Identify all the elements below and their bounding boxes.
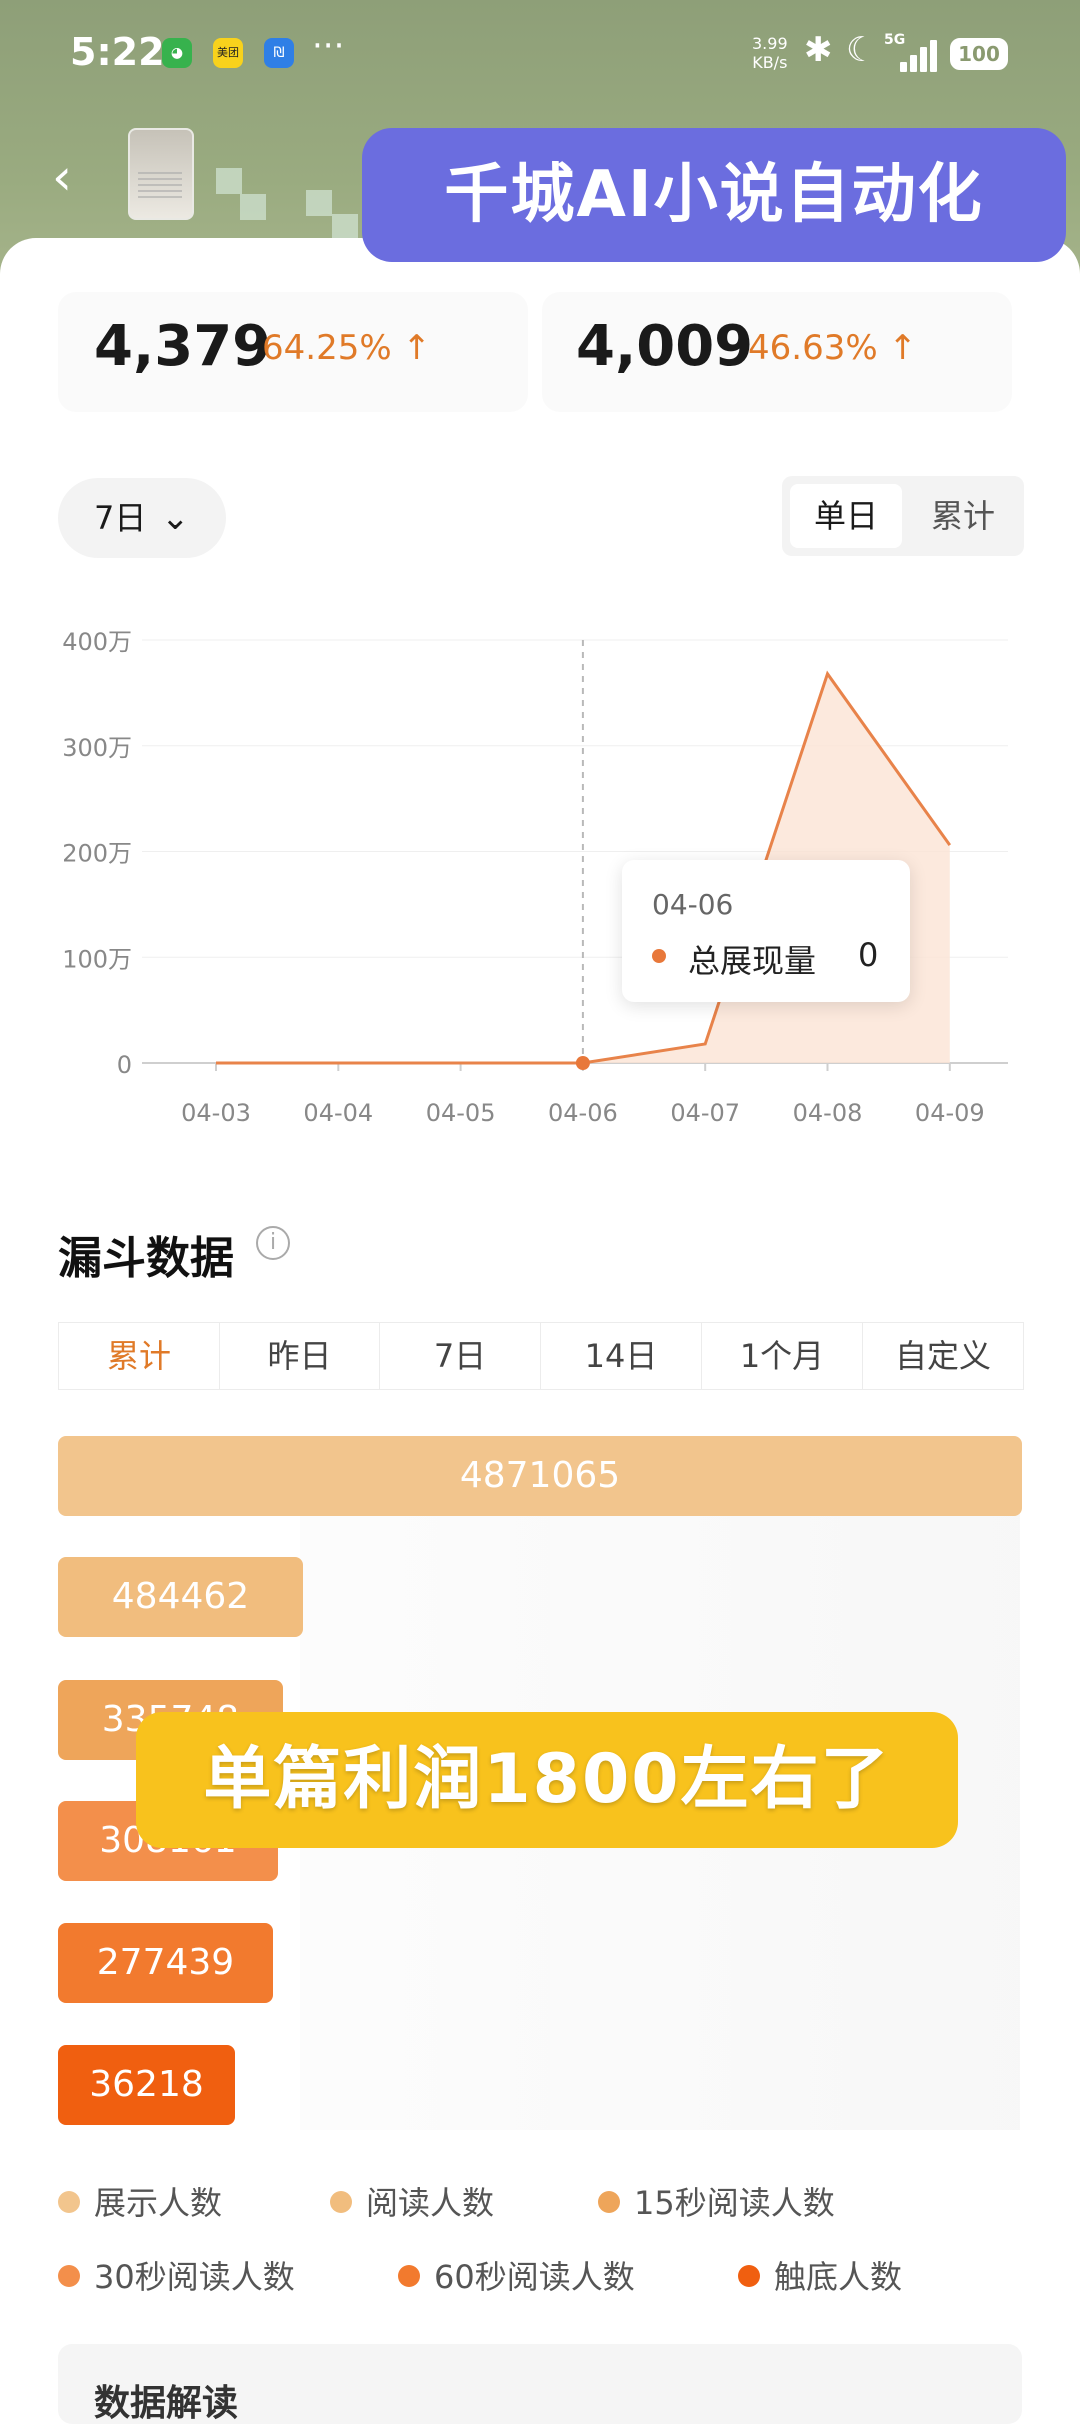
- arrow-up-icon: ↑: [877, 328, 917, 368]
- more-notifications-icon: ···: [312, 26, 345, 66]
- tab-1month[interactable]: 1个月: [702, 1323, 863, 1389]
- blurred-title: [306, 190, 332, 216]
- blurred-title: [216, 168, 242, 194]
- range-dropdown[interactable]: 7日 ⌄: [58, 478, 226, 558]
- funnel-tabs: 累计 昨日 7日 14日 1个月 自定义: [58, 1322, 1024, 1390]
- legend-dot: [398, 2265, 420, 2287]
- stat-change-value: 46.63%: [748, 328, 878, 368]
- blurred-title: [332, 214, 358, 240]
- moon-icon: ☾: [846, 30, 877, 70]
- y-tick-label: 200万: [62, 840, 132, 868]
- toggle-cumulative[interactable]: 累计: [910, 484, 1016, 548]
- tab-7days[interactable]: 7日: [380, 1323, 541, 1389]
- x-tick-label: 04-03: [181, 1099, 251, 1127]
- net-speed: 3.99 KB/s: [752, 34, 788, 72]
- battery-icon: 100: [950, 38, 1008, 70]
- chevron-down-icon: ⌄: [161, 498, 190, 538]
- tab-yesterday[interactable]: 昨日: [220, 1323, 380, 1389]
- stat-change-value: 64.25%: [262, 328, 392, 368]
- tooltip-date: 04-06: [652, 888, 734, 921]
- y-tick-label: 0: [117, 1051, 132, 1079]
- funnel-bar: 4871065: [58, 1436, 1022, 1516]
- legend-label: 阅读人数: [366, 2184, 495, 2222]
- legend-label: 展示人数: [94, 2184, 223, 2222]
- y-tick-label: 100万: [62, 945, 132, 973]
- net-speed-unit: KB/s: [752, 53, 788, 72]
- nfc-icon: ₪: [264, 38, 294, 68]
- legend-dot: [598, 2191, 620, 2213]
- legend-dot: [330, 2191, 352, 2213]
- funnel-bar: 277439: [58, 1923, 273, 2003]
- wechat-icon: ◕: [162, 38, 192, 68]
- x-tick-label: 04-06: [548, 1099, 618, 1127]
- tab-custom[interactable]: 自定义: [863, 1323, 1023, 1389]
- stat-value: 4,379: [94, 314, 272, 379]
- chart-tooltip: 04-06 总展现量 0: [622, 860, 910, 1002]
- status-time: 5:22: [70, 30, 165, 74]
- legend-dot: [58, 2191, 80, 2213]
- tooltip-value: 0: [858, 936, 879, 974]
- blurred-title: [240, 194, 266, 220]
- x-tick-label: 04-05: [426, 1099, 496, 1127]
- stat-change: 46.63% ↑: [748, 328, 917, 368]
- back-arrow-icon[interactable]: ‹: [52, 148, 72, 206]
- tooltip-series-dot: [652, 949, 666, 963]
- toggle-single-day[interactable]: 单日: [790, 484, 902, 548]
- tab-cumulative[interactable]: 累计: [59, 1323, 220, 1389]
- data-interpretation-title: 数据解读: [94, 2383, 239, 2424]
- data-point: [575, 1056, 590, 1070]
- legend-label: 30秒阅读人数: [94, 2258, 295, 2296]
- legend-label: 15秒阅读人数: [634, 2184, 835, 2222]
- info-icon[interactable]: i: [256, 1226, 290, 1260]
- funnel-bar: 36218: [58, 2045, 235, 2125]
- impressions-chart: 0100万200万300万400万04-03 04-04 04-05 04-06 04-…: [62, 628, 1008, 1127]
- funnel-title: 漏斗数据: [58, 1233, 234, 1284]
- tooltip-label: 总展现量: [688, 942, 817, 980]
- x-tick-label: 04-07: [670, 1099, 740, 1127]
- stat-card: 4,379 64.25% ↑: [58, 292, 528, 412]
- tab-14days[interactable]: 14日: [541, 1323, 702, 1389]
- signal-icon: [900, 38, 940, 72]
- y-tick-label: 400万: [62, 628, 132, 656]
- legend-label: 60秒阅读人数: [434, 2258, 635, 2296]
- net-speed-value: 3.99: [752, 34, 788, 53]
- overlay-sticker: 单篇利润1800左右了: [136, 1712, 958, 1848]
- article-thumbnail[interactable]: [128, 128, 194, 220]
- meituan-icon: 美团: [213, 38, 243, 68]
- legend-dot: [738, 2265, 760, 2287]
- y-tick-label: 300万: [62, 734, 132, 762]
- x-tick-label: 04-08: [793, 1099, 863, 1127]
- bluetooth-icon: ✱: [804, 30, 833, 70]
- x-tick-label: 04-09: [915, 1099, 985, 1127]
- data-interpretation-box: 数据解读: [58, 2344, 1022, 2424]
- stat-change: 64.25% ↑: [262, 328, 431, 368]
- range-dropdown-label: 7日: [94, 499, 147, 537]
- stat-value: 4,009: [576, 314, 754, 379]
- legend-dot: [58, 2265, 80, 2287]
- status-bar: 5:22 ◕ 美团 ₪ ··· 3.99 KB/s ✱ ☾ 5G 100: [0, 0, 1080, 110]
- arrow-up-icon: ↑: [391, 328, 431, 368]
- mode-toggle: 单日 累计: [782, 476, 1024, 556]
- funnel-bar: 484462: [58, 1557, 303, 1637]
- legend-label: 触底人数: [774, 2258, 903, 2296]
- x-tick-label: 04-04: [303, 1099, 373, 1127]
- overlay-banner: 千城AI小说自动化: [362, 128, 1066, 262]
- stat-card: 4,009 46.63% ↑: [542, 292, 1012, 412]
